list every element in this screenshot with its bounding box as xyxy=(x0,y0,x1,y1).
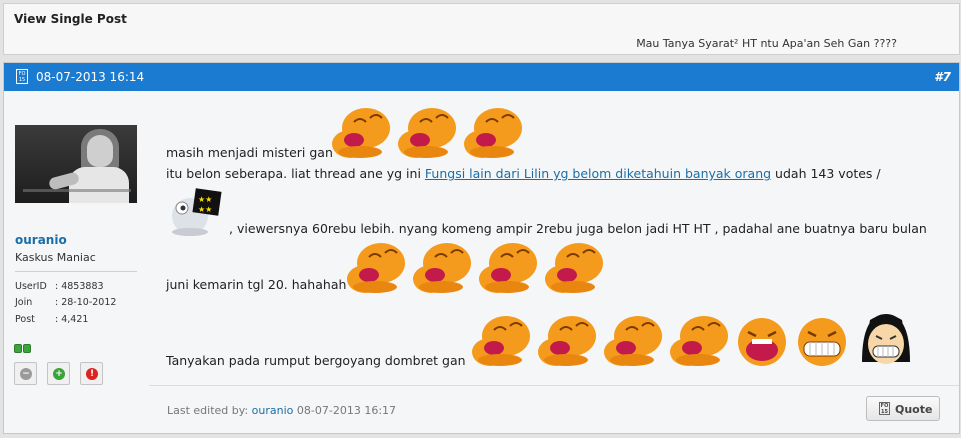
content-line-1: masih menjadi misteri gan xyxy=(166,145,333,160)
content-line-5: Tanyakan pada rumput bergoyang dombret g… xyxy=(166,353,466,368)
minus-button[interactable]: − xyxy=(14,362,37,385)
laughing-emoticon-icon xyxy=(670,316,728,366)
avatar[interactable] xyxy=(15,125,137,203)
edited-label: Last edited by: xyxy=(167,404,252,417)
post-date: 08-07-2013 16:14 xyxy=(36,70,145,84)
add-reputation-button[interactable]: + xyxy=(47,362,70,385)
view-single-post-box: View Single Post Mau Tanya Syarat² HT nt… xyxy=(3,3,960,55)
user-rank: Kaskus Maniac xyxy=(15,251,96,264)
add-reputation-icon: + xyxy=(53,368,65,380)
editor-link[interactable]: ouranio xyxy=(252,404,294,417)
thread-link[interactable]: Fungsi lain dari Lilin yg belom diketahu… xyxy=(425,166,771,181)
big-grin-emoticon-icon xyxy=(798,318,846,366)
laughing-emoticon-icon xyxy=(604,316,662,366)
username-link[interactable]: ouranio xyxy=(15,233,67,247)
content-text: itu belon seberapa. liat thread ane yg i… xyxy=(166,166,425,181)
info-value: : 4,421 xyxy=(55,314,89,325)
divider xyxy=(15,271,137,272)
reputation-green-icon xyxy=(23,344,31,353)
info-value: : 4853883 xyxy=(55,281,104,292)
post-number-link[interactable]: #7 xyxy=(934,70,951,84)
reputation-green-icon xyxy=(14,344,22,353)
last-edited: Last edited by: ouranio 08-07-2013 16:17 xyxy=(167,404,396,417)
laughing-emoticon-icon xyxy=(347,243,405,293)
post-header: FO 15 08-07-2013 16:14 #7 xyxy=(4,63,959,91)
laughing-emoticon-icon xyxy=(538,316,596,366)
thread-title[interactable]: Mau Tanya Syarat² HT ntu Apa'an Seh Gan … xyxy=(636,37,897,50)
page: View Single Post Mau Tanya Syarat² HT nt… xyxy=(0,0,961,438)
quote-label: Quote xyxy=(895,403,933,416)
laughing-emoticon-icon xyxy=(398,108,456,158)
laughing-emoticon-icon xyxy=(545,243,603,293)
laughing-emoticon-icon xyxy=(464,108,522,158)
report-button[interactable]: ! xyxy=(80,362,103,385)
quote-icon: FO 15 xyxy=(879,402,890,415)
minus-icon: − xyxy=(20,368,32,380)
user-actions: − + ! xyxy=(14,362,126,386)
star-sign-emoticon-icon: ★★ ★★ xyxy=(172,188,222,236)
info-value: : 28-10-2012 xyxy=(55,297,117,308)
laughing-emoticon-icon xyxy=(332,108,390,158)
report-icon: ! xyxy=(86,368,98,380)
svg-text:★★: ★★ xyxy=(198,195,212,204)
reputation-bar xyxy=(14,338,32,357)
content-line-2: itu belon seberapa. liat thread ane yg i… xyxy=(166,166,881,181)
info-key: Post xyxy=(15,314,35,325)
laughing-emoticon-icon xyxy=(413,243,471,293)
grin-emoticon-icon xyxy=(738,318,786,366)
laughing-emoticon-icon xyxy=(472,316,530,366)
info-key: UserID xyxy=(15,281,47,292)
laughing-emoticon-icon xyxy=(479,243,537,293)
info-key: Join xyxy=(15,297,33,308)
content-line-4: juni kemarin tgl 20. hahahah xyxy=(166,277,347,292)
post-icon: FO 15 xyxy=(16,69,28,84)
long-hair-grin-emoticon-icon xyxy=(862,314,910,364)
edited-time: 08-07-2013 16:17 xyxy=(293,404,397,417)
view-single-post-heading: View Single Post xyxy=(14,12,127,26)
quote-button[interactable]: FO 15 Quote xyxy=(866,396,940,421)
divider xyxy=(149,385,959,386)
content-line-3: , viewersnya 60rebu lebih. nyang komeng … xyxy=(229,221,927,236)
svg-text:★★: ★★ xyxy=(198,205,212,214)
content-text: udah 143 votes / xyxy=(771,166,881,181)
